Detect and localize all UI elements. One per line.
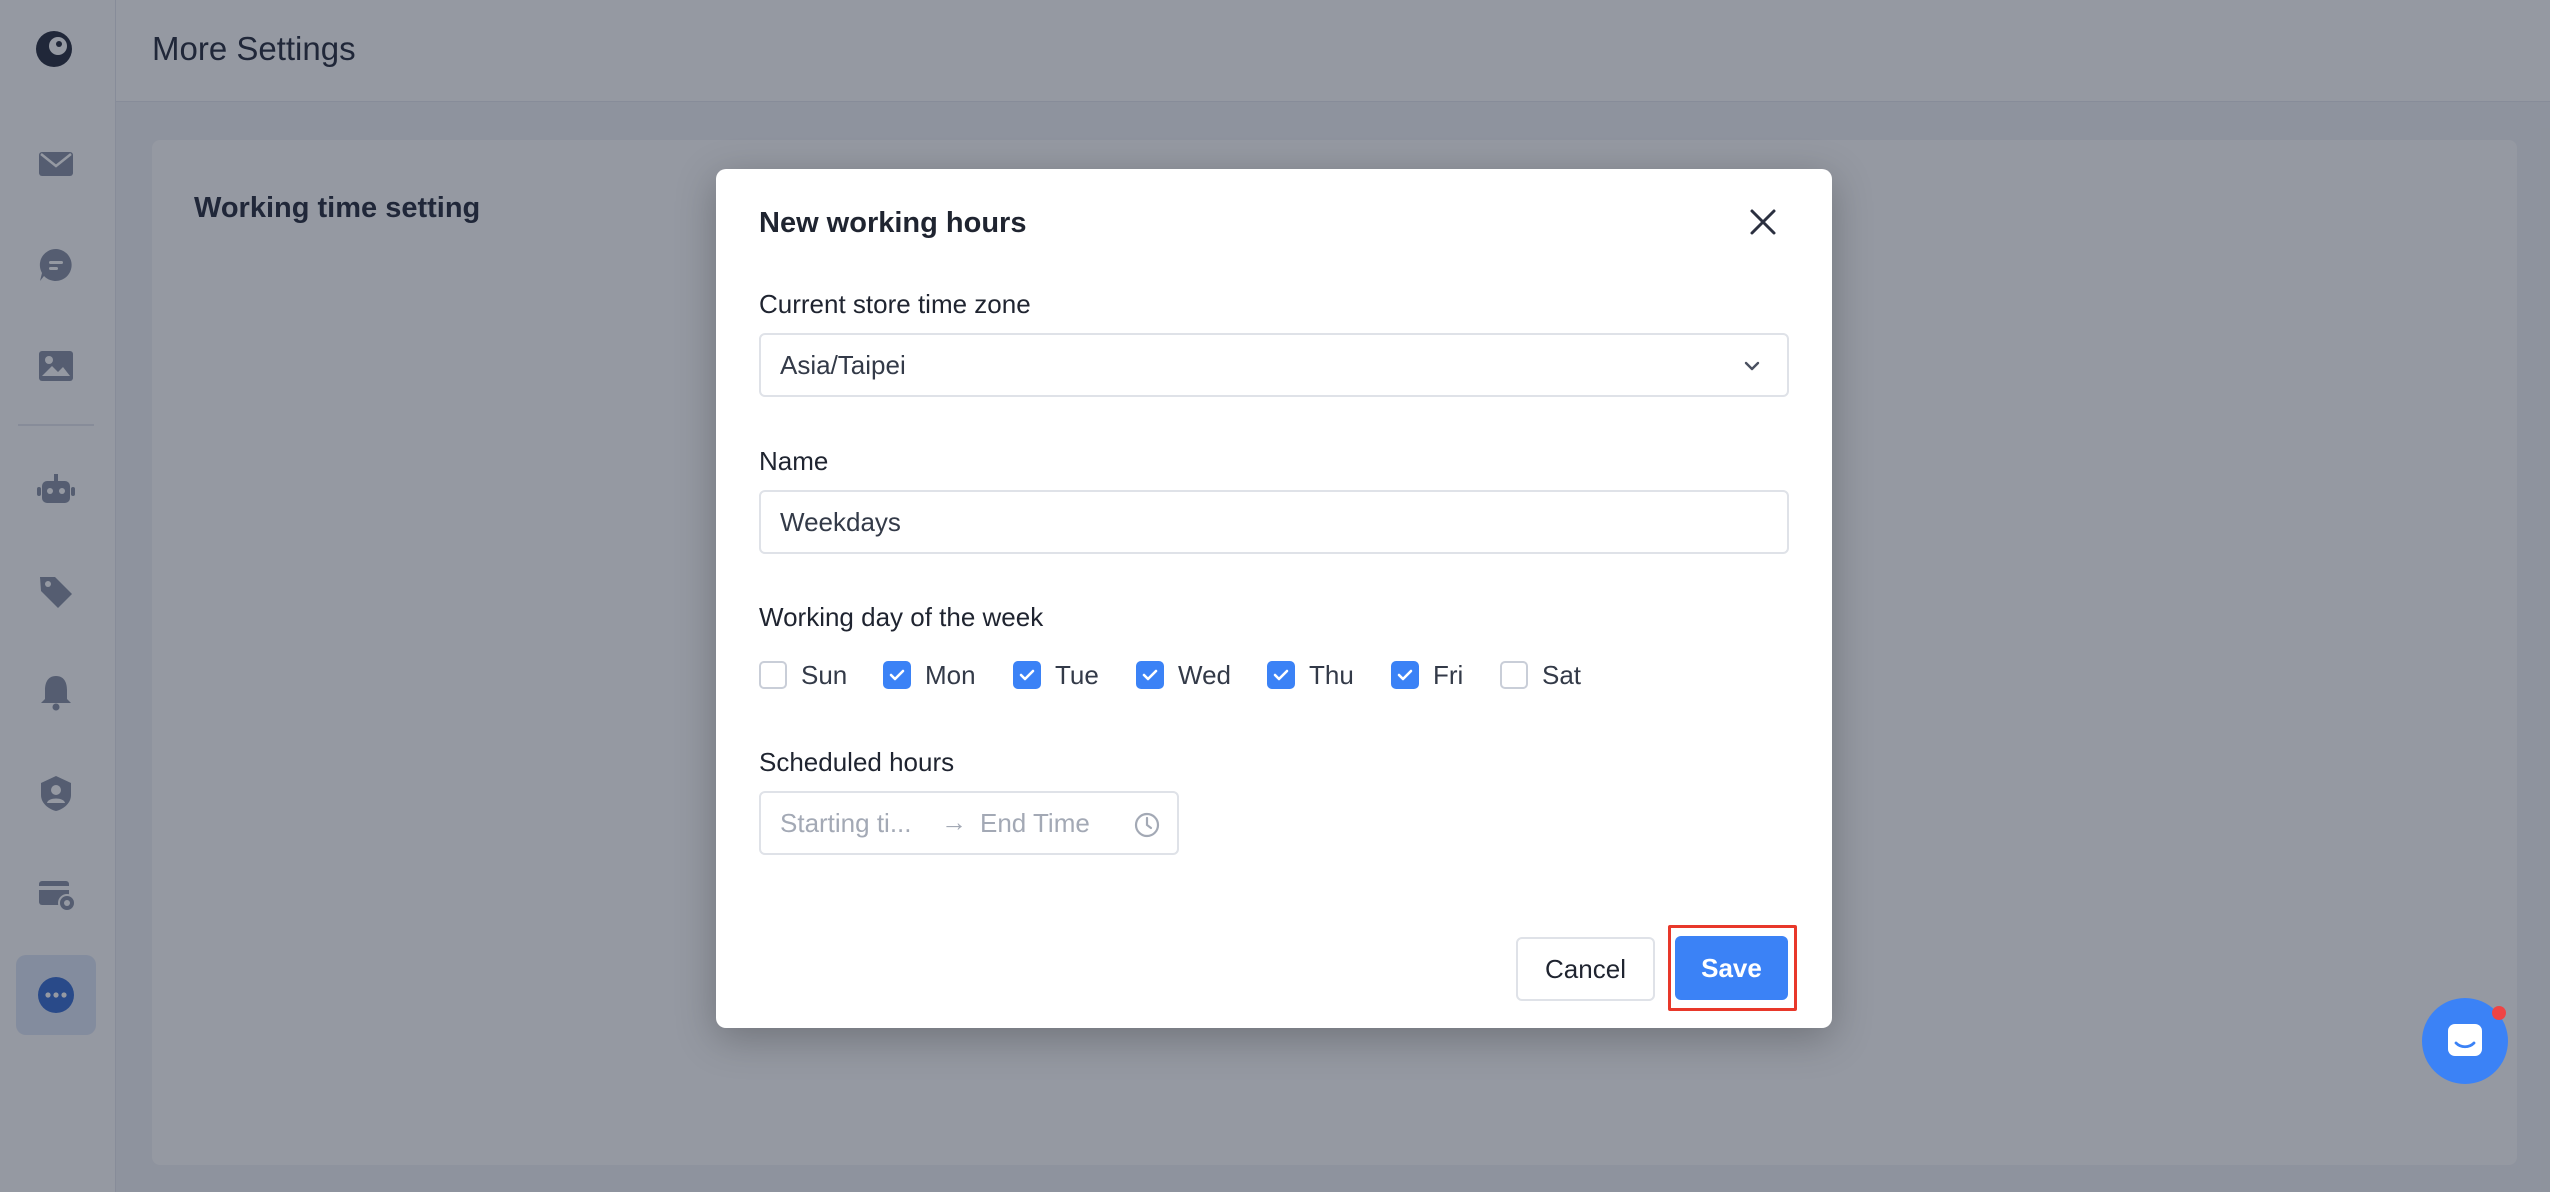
day-checkbox-tue[interactable]: Tue	[1013, 655, 1099, 695]
name-value: Weekdays	[780, 506, 901, 537]
day-checkbox-sun[interactable]: Sun	[759, 655, 847, 695]
day-label: Wed	[1178, 659, 1231, 690]
timezone-select[interactable]: Asia/Taipei	[759, 333, 1789, 397]
time-range-picker[interactable]: Starting ti... → End Time	[759, 791, 1179, 855]
checkbox-icon	[1500, 661, 1528, 689]
range-arrow-icon: →	[941, 807, 967, 837]
day-checkbox-sat[interactable]: Sat	[1500, 655, 1581, 695]
day-label: Sat	[1542, 659, 1582, 690]
timezone-value: Asia/Taipei	[780, 349, 906, 380]
day-checkbox-fri[interactable]: Fri	[1391, 655, 1463, 695]
name-label: Name	[759, 446, 829, 476]
new-working-hours-dialog: New working hours Current store time zon…	[716, 169, 1832, 1028]
scheduled-hours-label: Scheduled hours	[759, 747, 955, 777]
close-icon	[1750, 209, 1776, 235]
save-button-highlight	[1668, 925, 1797, 1011]
day-checkbox-mon[interactable]: Mon	[883, 655, 976, 695]
working-days-label: Working day of the week	[759, 602, 1044, 632]
end-time-input[interactable]: End Time	[980, 808, 1090, 839]
day-checkbox-thu[interactable]: Thu	[1267, 655, 1354, 695]
cancel-button[interactable]: Cancel	[1516, 937, 1655, 1001]
checkbox-checked-icon	[1391, 661, 1419, 689]
chat-bubble-icon	[2448, 1024, 2482, 1056]
checkbox-checked-icon	[1267, 661, 1295, 689]
day-label: Sun	[801, 659, 848, 690]
checkbox-checked-icon	[883, 661, 911, 689]
day-label: Fri	[1433, 659, 1464, 690]
chevron-down-icon	[1744, 361, 1760, 371]
name-input[interactable]: Weekdays	[759, 490, 1789, 554]
notification-dot	[2492, 1006, 2506, 1020]
clock-icon	[1134, 812, 1160, 838]
dialog-title: New working hours	[759, 207, 1027, 239]
day-label: Tue	[1055, 659, 1099, 690]
close-button[interactable]	[1743, 202, 1783, 242]
timezone-label: Current store time zone	[759, 289, 1031, 319]
day-checkbox-wed[interactable]: Wed	[1136, 655, 1231, 695]
start-time-input[interactable]: Starting ti...	[780, 808, 912, 839]
checkbox-icon	[759, 661, 787, 689]
checkbox-checked-icon	[1136, 661, 1164, 689]
day-label: Thu	[1309, 659, 1354, 690]
day-label: Mon	[925, 659, 976, 690]
checkbox-checked-icon	[1013, 661, 1041, 689]
